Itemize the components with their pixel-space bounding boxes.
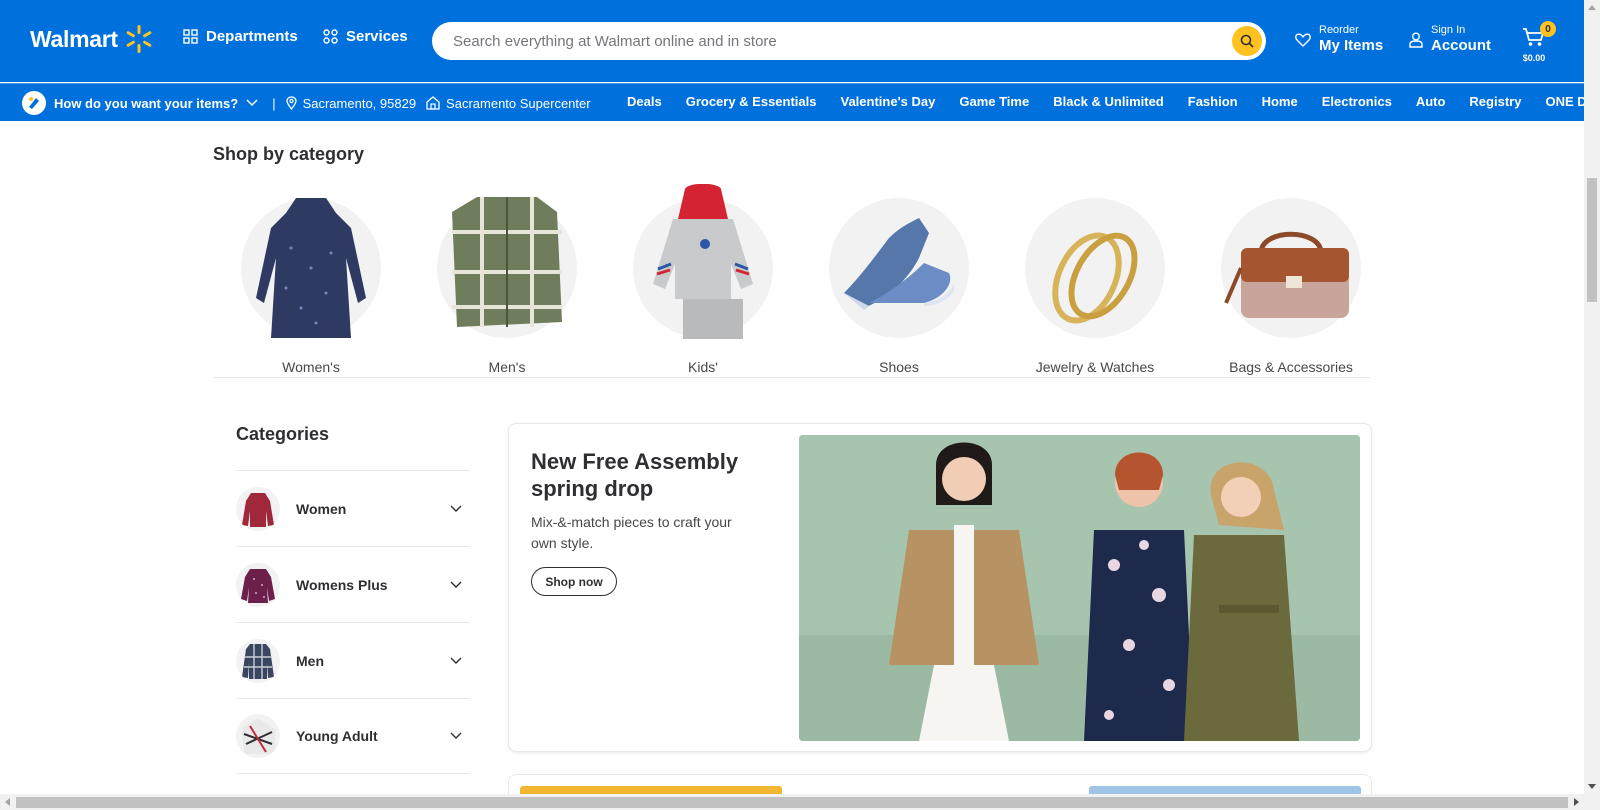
bags-image (1221, 198, 1361, 338)
scroll-down-arrow-icon[interactable] (1588, 784, 1596, 790)
departments-label: Departments (206, 28, 298, 45)
men-thumb (236, 638, 280, 683)
category-mens[interactable]: Men's (409, 184, 605, 375)
banner-title: New Free Assembly spring drop (531, 449, 739, 501)
young-adult-thumb (236, 714, 280, 758)
promo-banner: New Free Assembly spring drop Mix-&-matc… (508, 423, 1372, 752)
shop-now-button[interactable]: Shop now (531, 567, 617, 596)
sidebar-item-label: Womens Plus (296, 576, 388, 593)
cart-count-badge: 0 (1540, 21, 1556, 37)
womens-plus-thumb (236, 562, 280, 607)
banner-image[interactable] (799, 435, 1360, 741)
services-icon (323, 29, 338, 44)
scroll-up-arrow-icon[interactable] (1588, 4, 1596, 10)
departments-button[interactable]: Departments (183, 28, 298, 45)
category-label: Jewelry & Watches (1035, 359, 1155, 375)
scroll-left-arrow-icon[interactable] (4, 798, 10, 806)
nav-link-valentines[interactable]: Valentine's Day (841, 94, 936, 109)
sidebar-item-label: Women (296, 500, 347, 517)
cart-button[interactable]: 0 $0.00 (1522, 21, 1556, 63)
nav-link-grocery[interactable]: Grocery & Essentials (686, 94, 817, 109)
chevron-down-icon (450, 581, 462, 588)
vertical-scrollbar[interactable] (1584, 0, 1600, 794)
delivery-question: How do you want your items? (54, 95, 239, 111)
location-text: Sacramento, 95829 (302, 95, 417, 111)
chevron-down-icon (450, 505, 462, 512)
vertical-scroll-thumb[interactable] (1587, 178, 1597, 302)
sidebar-item-label: Men (296, 652, 324, 669)
sidebar-item-men[interactable]: Men (236, 622, 470, 698)
logo-text: Walmart (30, 25, 118, 52)
category-bags-accessories[interactable]: Bags & Accessories (1193, 184, 1389, 375)
women-thumb (236, 486, 280, 531)
nav-link-game-time[interactable]: Game Time (959, 94, 1029, 109)
location-selector[interactable]: Sacramento, 95829 (285, 95, 417, 111)
reorder-label: Reorder (1319, 24, 1359, 36)
services-label: Services (346, 28, 408, 45)
categories-title: Categories (236, 424, 330, 444)
category-label: Men's (488, 359, 526, 375)
category-shoes[interactable]: Shoes (801, 184, 997, 375)
mens-image (437, 197, 577, 338)
delivery-badge-icon (22, 91, 46, 115)
banner-subtitle: Mix-&-match pieces to craft your own sty… (531, 514, 732, 551)
sidebar-item-young-adult[interactable]: Young Adult (236, 698, 470, 774)
top-header: Walmart Departments Services Search ever… (0, 0, 1584, 82)
jewelry-image (1025, 198, 1165, 338)
walmart-logo[interactable]: Walmart (30, 24, 154, 54)
nav-link-electronics[interactable]: Electronics (1322, 94, 1392, 109)
category-label: Bags & Accessories (1229, 359, 1353, 375)
store-text: Sacramento Supercenter (446, 95, 591, 111)
secondary-nav: How do you want your items? | Sacramento… (0, 83, 1600, 121)
search-input[interactable] (453, 32, 1213, 50)
category-kids[interactable]: Kids' (605, 184, 801, 375)
scroll-right-arrow-icon[interactable] (1574, 798, 1580, 806)
my-items-label: My Items (1319, 37, 1384, 54)
nav-link-fashion[interactable]: Fashion (1188, 94, 1238, 109)
nav-link-black-unlimited[interactable]: Black & Unlimited (1053, 94, 1164, 109)
nav-link-auto[interactable]: Auto (1416, 94, 1446, 109)
category-label: Shoes (879, 359, 919, 375)
sign-in-label: Sign In (1431, 24, 1466, 36)
spark-icon (126, 25, 152, 53)
kids-image (633, 184, 773, 339)
nav-links: Deals Grocery & Essentials Valentine's D… (627, 94, 1600, 109)
category-womens[interactable]: Women's (213, 184, 409, 375)
store-selector[interactable]: Sacramento Supercenter (426, 96, 591, 111)
account-label: Account (1431, 37, 1491, 54)
heart-icon (1295, 32, 1311, 47)
sidebar-item-label: Young Adult (296, 728, 378, 744)
location-pin-icon (285, 96, 297, 110)
chevron-down-icon (450, 657, 462, 664)
sidebar-item-womens-plus[interactable]: Womens Plus (236, 546, 470, 622)
sidebar-item-women[interactable]: Women (236, 470, 470, 546)
category-label: Kids' (688, 359, 718, 375)
grid-icon (183, 29, 198, 44)
nav-link-registry[interactable]: Registry (1469, 94, 1521, 109)
store-icon (426, 96, 440, 110)
delivery-selector[interactable]: How do you want your items? | Sacramento… (22, 91, 591, 115)
shop-by-category-title: Shop by category (213, 144, 365, 164)
category-carousel: Women's Men's Kids' Shoes Jewelry & Watc… (213, 184, 1370, 378)
nav-separator: | (272, 95, 276, 111)
shoes-image (829, 198, 969, 338)
search-icon (1240, 34, 1254, 48)
category-label: Women's (282, 359, 340, 375)
account-button[interactable]: Sign In Account (1409, 24, 1491, 55)
chevron-down-icon (246, 99, 258, 107)
reorder-my-items[interactable]: Reorder My Items (1295, 24, 1383, 55)
cart-total: $0.00 (1522, 53, 1546, 63)
services-button[interactable]: Services (323, 28, 408, 45)
nav-link-home[interactable]: Home (1262, 94, 1298, 109)
person-icon (1409, 32, 1423, 48)
search-button[interactable] (1232, 26, 1262, 56)
category-jewelry-watches[interactable]: Jewelry & Watches (997, 184, 1193, 375)
search-bar (432, 22, 1266, 60)
womens-image (241, 198, 381, 338)
nav-link-deals[interactable]: Deals (627, 94, 662, 109)
horizontal-scroll-thumb[interactable] (16, 797, 1568, 808)
chevron-down-icon (450, 732, 462, 739)
